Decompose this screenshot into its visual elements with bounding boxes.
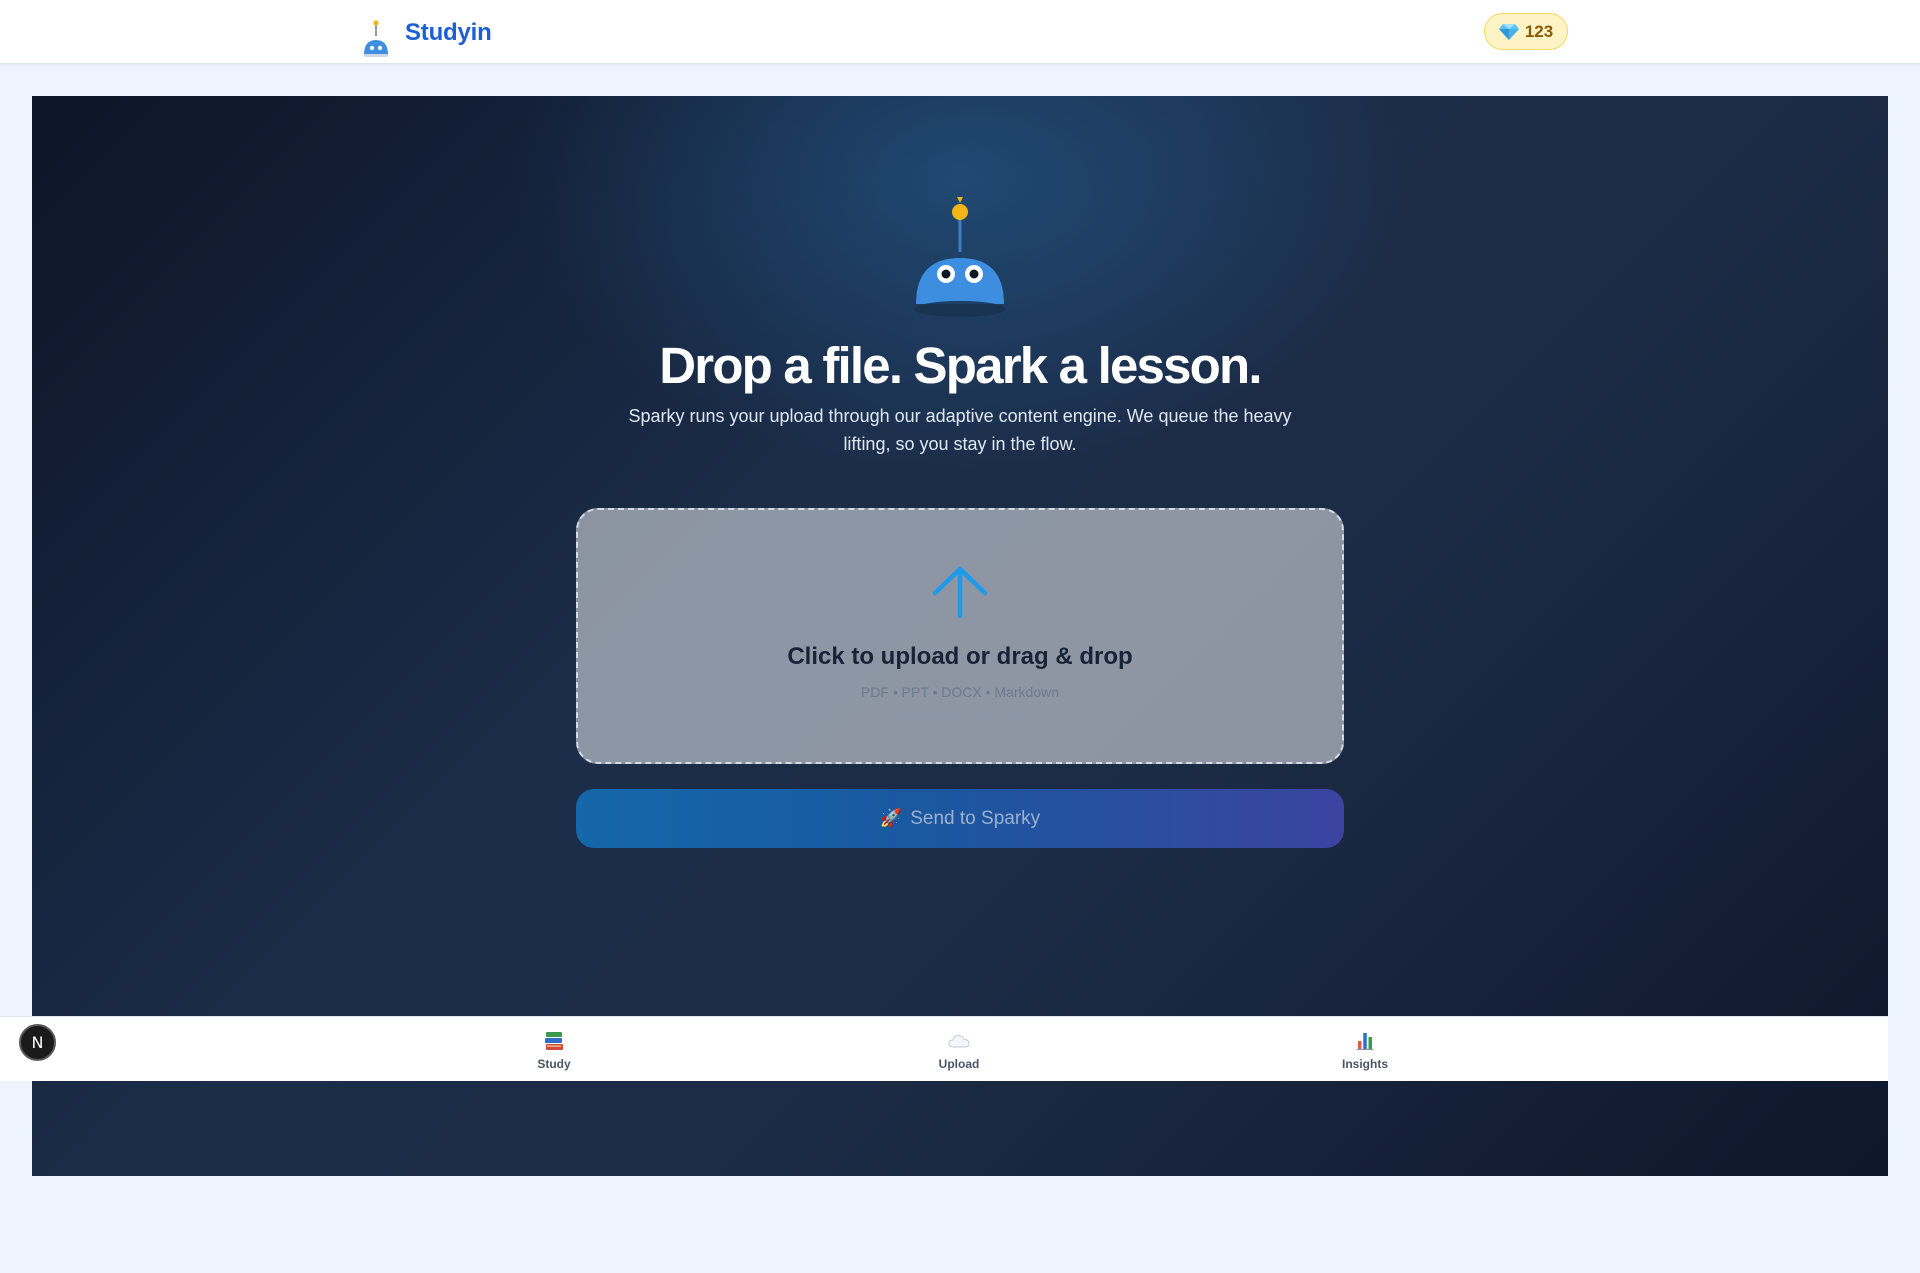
nav-label-insights: Insights <box>1341 1057 1388 1071</box>
nav-label-upload: Upload <box>938 1057 980 1071</box>
nav-item-insights[interactable]: Insights <box>1305 1030 1425 1071</box>
gem-count: 123 <box>1524 21 1554 41</box>
sparky-mascot-icon <box>914 197 1006 317</box>
dropzone-title: Click to upload or drag & drop <box>787 643 1133 670</box>
hero-subtitle: Sparky runs your upload through our adap… <box>628 406 1292 454</box>
rocket-icon: 🚀 <box>879 808 903 828</box>
gem-balance-badge[interactable]: 123 <box>1484 13 1568 50</box>
nav-item-upload[interactable]: Upload <box>899 1030 1019 1071</box>
brand-name: Studyin <box>405 19 492 46</box>
max-file-size-note: Maximum file size: 50MB <box>887 710 1033 725</box>
hero-title: Drop a file. Spark a lesson. <box>659 337 1262 394</box>
bottom-nav: Study Upload Insights <box>0 1016 1888 1081</box>
nav-label-study: Study <box>537 1057 571 1071</box>
brand[interactable]: Studyin <box>357 16 492 60</box>
nav-item-study[interactable]: Study <box>494 1030 614 1071</box>
dev-tools-badge[interactable]: N <box>19 1024 56 1061</box>
file-dropzone[interactable]: Click to upload or drag & drop PDF • PPT… <box>576 508 1344 764</box>
books-icon <box>545 1032 563 1050</box>
supported-formats: PDF • PPT • DOCX • Markdown <box>860 684 1060 700</box>
top-bar: Studyin 123 <box>0 0 1920 64</box>
sparky-logo-icon <box>357 16 395 60</box>
dev-badge-letter: N <box>31 1033 44 1052</box>
send-button-label: Send to Sparky <box>910 807 1041 829</box>
upload-hero-panel: Drop a file. Spark a lesson. Sparky runs… <box>32 96 1888 1176</box>
bar-chart-icon <box>1355 1031 1375 1051</box>
upload-arrow-icon <box>932 566 988 618</box>
send-to-sparky-button[interactable]: 🚀 Send to Sparky <box>576 789 1344 848</box>
gem-icon <box>1498 23 1519 40</box>
cloud-icon <box>948 1034 970 1048</box>
